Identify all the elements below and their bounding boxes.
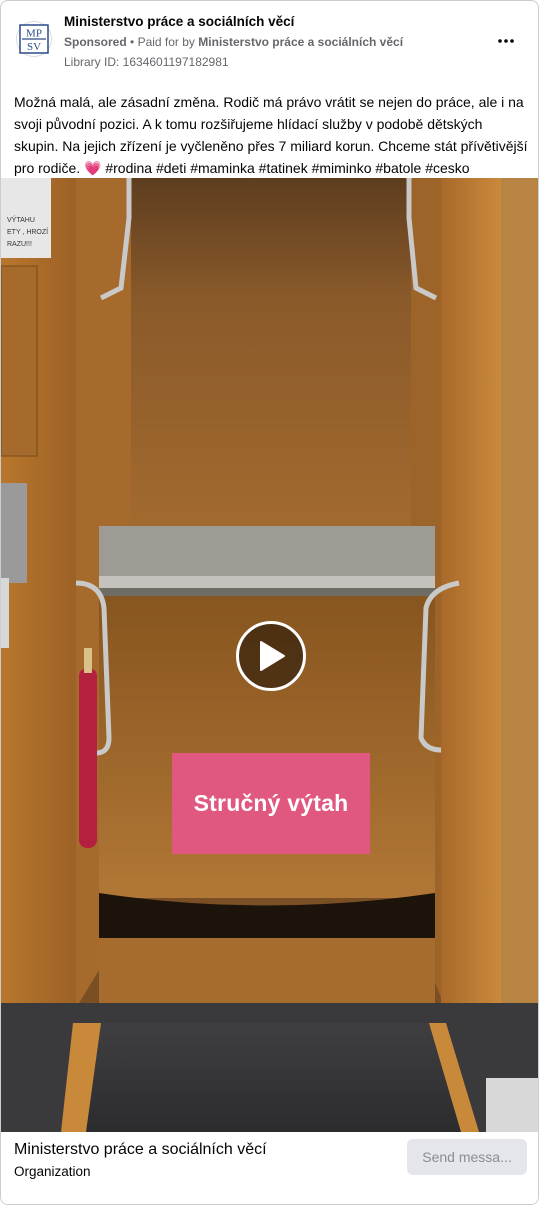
advertiser-logo[interactable]: MP SV <box>16 21 52 57</box>
more-horizontal-icon <box>498 39 514 43</box>
paid-for-prefix: Paid for by <box>137 35 195 49</box>
mpsv-logo-icon: MP SV <box>19 24 49 54</box>
footer-category: Organization <box>14 1164 91 1179</box>
ad-card: MP SV Ministerstvo práce a sociálních vě… <box>0 0 539 1205</box>
svg-text:SV: SV <box>27 41 41 53</box>
svg-text:VÝTAHU: VÝTAHU <box>7 215 35 224</box>
library-id: Library ID: 1634601197182981 <box>64 55 229 69</box>
video-player[interactable]: VÝTAHU ETY , HROZÍ RAZU!!! Stručný výtah <box>1 178 538 1132</box>
ad-footer: Ministerstvo práce a sociálních věcí Org… <box>1 1132 538 1204</box>
svg-text:ETY , HROZÍ: ETY , HROZÍ <box>7 227 48 236</box>
paid-for-name[interactable]: Ministerstvo práce a sociálních věcí <box>198 35 403 49</box>
video-caption-box: Stručný výtah <box>172 753 370 854</box>
ad-header: MP SV Ministerstvo práce a sociálních vě… <box>1 1 538 81</box>
video-caption: Stručný výtah <box>193 790 349 816</box>
post-text: Možná malá, ale zásadní změna. Rodič má … <box>14 94 528 176</box>
play-button[interactable] <box>236 621 306 691</box>
more-options-button[interactable] <box>494 29 518 53</box>
sponsored-label: Sponsored <box>64 35 127 49</box>
sponsored-line: Sponsored • Paid for by Ministerstvo prá… <box>64 35 403 49</box>
advertiser-name[interactable]: Ministerstvo práce a sociálních věcí <box>64 14 294 29</box>
meta-separator: • <box>130 35 135 49</box>
send-message-button[interactable]: Send messa... <box>407 1139 527 1175</box>
svg-text:MP: MP <box>26 28 42 40</box>
svg-text:RAZU!!!: RAZU!!! <box>7 241 32 248</box>
footer-advertiser-name[interactable]: Ministerstvo práce a sociálních věcí <box>14 1141 267 1159</box>
play-icon <box>260 641 285 671</box>
